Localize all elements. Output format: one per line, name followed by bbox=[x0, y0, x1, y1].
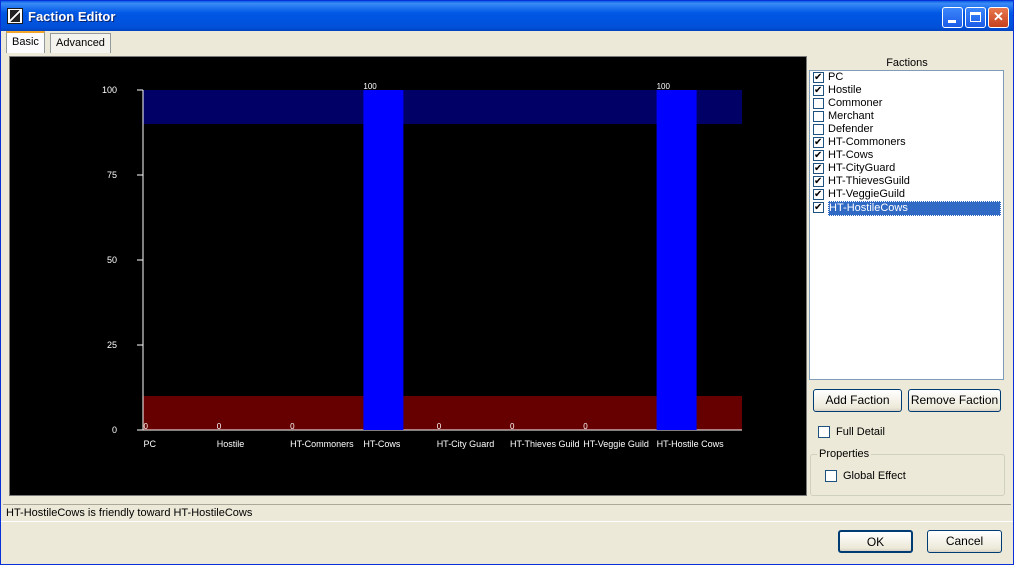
app-icon bbox=[7, 8, 23, 24]
status-bar: HT-HostileCows is friendly toward HT-Hos… bbox=[3, 504, 1011, 521]
maximize-button[interactable] bbox=[965, 7, 986, 28]
faction-checkbox[interactable] bbox=[813, 175, 824, 188]
factions-title: Factions bbox=[886, 57, 928, 69]
faction-chart-svg: 0 25 50 75 100 0 PC 0 Hostile 0 HT-Commoners 100 HT-… bbox=[102, 82, 742, 449]
faction-list-item[interactable]: Defender bbox=[810, 123, 1003, 136]
tab-basic-label: Basic bbox=[12, 36, 39, 48]
faction-label: Commoner bbox=[828, 97, 883, 109]
faction-label: HT-CityGuard bbox=[828, 162, 896, 174]
faction-checkbox[interactable] bbox=[813, 84, 824, 97]
bar-value-label: 100 bbox=[657, 82, 671, 91]
faction-list-item[interactable]: HT-Commoners bbox=[810, 136, 1003, 149]
ok-button[interactable]: OK bbox=[838, 530, 913, 553]
bar-value-label: 0 bbox=[290, 422, 295, 431]
y-tick-label: 100 bbox=[102, 85, 117, 95]
faction-label: HT-Commoners bbox=[828, 136, 906, 148]
x-category-label: HT-Commoners bbox=[290, 439, 354, 449]
remove-faction-button[interactable]: Remove Faction bbox=[908, 389, 1001, 412]
add-faction-button[interactable]: Add Faction bbox=[813, 389, 902, 412]
bar-ht-hostile-cows bbox=[656, 90, 697, 430]
x-category-label: HT-Veggie Guild bbox=[583, 439, 649, 449]
maximize-icon bbox=[970, 12, 981, 22]
x-category-label: HT-Thieves Guild bbox=[510, 439, 580, 449]
faction-checkbox[interactable] bbox=[813, 201, 824, 214]
bar-value-label: 0 bbox=[583, 422, 588, 431]
faction-list-item[interactable]: HT-Cows bbox=[810, 149, 1003, 162]
faction-checkbox[interactable] bbox=[813, 136, 824, 149]
faction-label: PC bbox=[828, 71, 844, 83]
global-effect-checkbox-box[interactable] bbox=[825, 470, 837, 483]
faction-label: Defender bbox=[828, 123, 874, 135]
faction-label: HT-VeggieGuild bbox=[828, 188, 906, 200]
factions-panel: Factions PCHostileCommonerMerchantDefend… bbox=[808, 56, 1008, 496]
faction-checkbox[interactable] bbox=[813, 71, 824, 84]
minimize-button[interactable] bbox=[942, 7, 963, 28]
close-button[interactable]: ✕ bbox=[988, 7, 1009, 28]
bar-ht-cows bbox=[363, 90, 404, 430]
faction-checkbox[interactable] bbox=[813, 162, 824, 175]
dialog-button-bar: OK Cancel bbox=[1, 521, 1013, 564]
faction-checkbox[interactable] bbox=[813, 98, 824, 109]
faction-checkbox[interactable] bbox=[813, 149, 824, 162]
y-tick-label: 50 bbox=[107, 255, 117, 265]
full-detail-label: Full Detail bbox=[836, 426, 885, 438]
bar-value-label: 0 bbox=[217, 422, 222, 431]
faction-label: Merchant bbox=[828, 110, 874, 122]
bar-value-label: 0 bbox=[510, 422, 515, 431]
faction-label: HT-Cows bbox=[828, 149, 874, 161]
x-category-label: Hostile bbox=[217, 439, 245, 449]
y-tick-label: 0 bbox=[112, 425, 117, 435]
tab-advanced-label: Advanced bbox=[56, 37, 105, 49]
faction-list-item[interactable]: HT-CityGuard bbox=[810, 162, 1003, 175]
x-category-label: PC bbox=[144, 439, 157, 449]
properties-title: Properties bbox=[817, 448, 872, 460]
friendly-band bbox=[143, 90, 742, 124]
close-icon: ✕ bbox=[993, 9, 1004, 24]
faction-list-item[interactable]: HT-ThievesGuild bbox=[810, 175, 1003, 188]
cancel-button[interactable]: Cancel bbox=[927, 530, 1002, 553]
faction-chart: 0 25 50 75 100 0 PC 0 Hostile 0 HT-Commoners 100 HT-… bbox=[9, 56, 807, 496]
x-category-label: HT-City Guard bbox=[437, 439, 495, 449]
tab-basic[interactable]: Basic bbox=[6, 31, 45, 53]
faction-list-item[interactable]: Commoner bbox=[810, 97, 1003, 110]
full-detail-checkbox-box[interactable] bbox=[818, 426, 830, 439]
y-tick-label: 25 bbox=[107, 340, 117, 350]
global-effect-label: Global Effect bbox=[843, 470, 906, 482]
faction-list-item[interactable]: Merchant bbox=[810, 110, 1003, 123]
properties-group: Properties Global Effect bbox=[810, 448, 1005, 496]
y-tick-label: 75 bbox=[107, 170, 117, 180]
bar-value-label: 0 bbox=[144, 422, 149, 431]
faction-list-item[interactable]: HT-VeggieGuild bbox=[810, 188, 1003, 201]
faction-label: Hostile bbox=[828, 84, 862, 96]
window-title: Faction Editor bbox=[28, 9, 116, 24]
tab-advanced[interactable]: Advanced bbox=[50, 33, 111, 53]
faction-list-item[interactable]: Hostile bbox=[810, 84, 1003, 97]
faction-editor-window: Faction Editor ✕ Basic Advanced 0 25 50 75 1… bbox=[0, 0, 1014, 565]
bar-value-label: 0 bbox=[437, 422, 442, 431]
faction-checkbox[interactable] bbox=[813, 124, 824, 135]
faction-checkbox[interactable] bbox=[813, 188, 824, 201]
x-category-label: HT-Cows bbox=[363, 439, 401, 449]
faction-list-item[interactable]: HT-HostileCows bbox=[810, 201, 1003, 216]
full-detail-checkbox[interactable]: Full Detail bbox=[818, 426, 885, 439]
faction-checkbox[interactable] bbox=[813, 111, 824, 122]
global-effect-checkbox[interactable]: Global Effect bbox=[825, 470, 906, 483]
faction-list-item[interactable]: PC bbox=[810, 71, 1003, 84]
minimize-icon bbox=[948, 20, 956, 23]
status-text: HT-HostileCows is friendly toward HT-Hos… bbox=[6, 507, 253, 519]
title-bar[interactable]: Faction Editor ✕ bbox=[1, 1, 1013, 31]
hostile-band bbox=[143, 396, 742, 430]
faction-label: HT-ThievesGuild bbox=[828, 175, 910, 187]
factions-list[interactable]: PCHostileCommonerMerchantDefenderHT-Comm… bbox=[809, 70, 1004, 380]
faction-label: HT-HostileCows bbox=[828, 201, 1001, 216]
bar-value-label: 100 bbox=[363, 82, 377, 91]
x-category-label: HT-Hostile Cows bbox=[657, 439, 725, 449]
